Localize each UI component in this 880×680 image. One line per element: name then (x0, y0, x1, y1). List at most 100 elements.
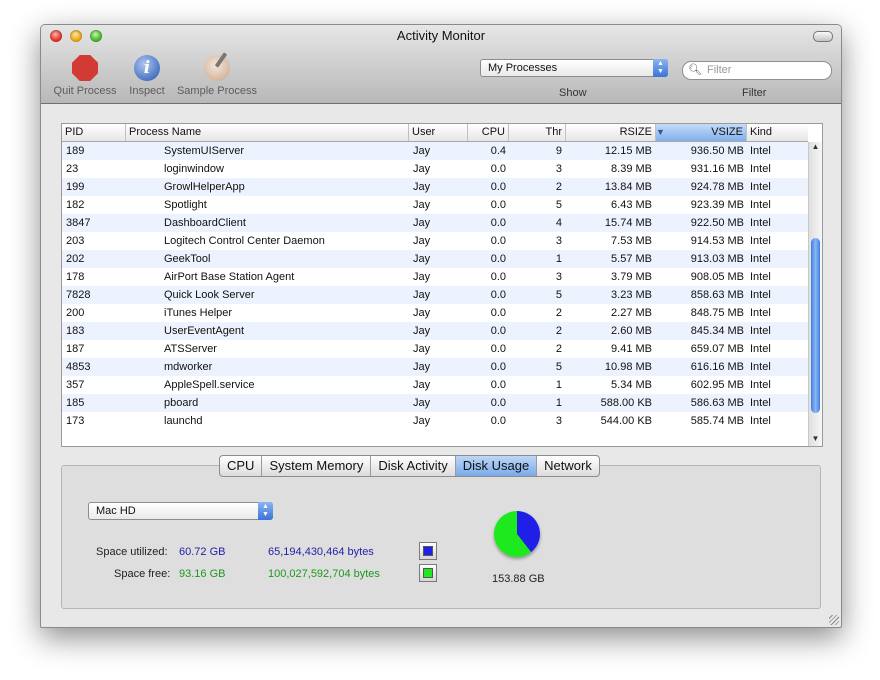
cell-threads: 5 (555, 289, 562, 301)
tab-cpu[interactable]: CPU (220, 456, 263, 476)
show-popup-value: My Processes (488, 62, 558, 74)
cell-vsize: 931.16 MB (690, 163, 744, 175)
cell-threads: 5 (555, 199, 562, 211)
cell-rsize: 9.41 MB (611, 343, 652, 355)
tab-bar: CPU System Memory Disk Activity Disk Usa… (219, 455, 600, 477)
table-row[interactable]: 178 AirPort Base Station Agent Jay 0.0 3 3.79… (62, 268, 808, 286)
disk-total-size: 153.88 GB (492, 573, 545, 585)
sample-process-button[interactable]: Sample Process (174, 55, 260, 97)
cell-vsize: 585.74 MB (690, 415, 744, 427)
popup-arrows-icon: ▲ ▼ (258, 502, 273, 520)
inspect-label: Inspect (129, 85, 165, 97)
table-row[interactable]: 187 ATSServer Jay 0.0 2 9.41 MB 659.07 MB Intel (62, 340, 808, 358)
cell-threads: 2 (555, 343, 562, 355)
vertical-scrollbar[interactable]: ▲ ▼ (808, 142, 822, 446)
quit-process-button[interactable]: Quit Process (49, 55, 121, 97)
column-header-pid[interactable]: PID (62, 124, 126, 141)
cell-process-name: ATSServer (164, 343, 217, 355)
cell-user: Jay (413, 343, 431, 355)
cell-user: Jay (413, 325, 431, 337)
tab-disk-activity[interactable]: Disk Activity (371, 456, 456, 476)
cell-user: Jay (413, 379, 431, 391)
activity-monitor-window: Activity Monitor Quit Process i Inspect … (40, 24, 842, 628)
cell-kind: Intel (750, 379, 771, 391)
cell-rsize: 13.84 MB (604, 181, 652, 193)
sample-process-icon (204, 55, 230, 81)
cell-kind: Intel (750, 289, 771, 301)
column-header-cpu[interactable]: CPU (468, 124, 509, 141)
cell-vsize: 586.63 MB (690, 397, 744, 409)
cell-rsize: 3.79 MB (611, 271, 652, 283)
table-row[interactable]: 173 launchd Jay 0.0 3 544.00 KB 585.74 MB Intel (62, 412, 808, 430)
disk-select-popup[interactable]: Mac HD ▲ ▼ (88, 502, 273, 520)
cell-kind: Intel (750, 271, 771, 283)
cell-kind: Intel (750, 235, 771, 247)
table-row[interactable]: 4853 mdworker Jay 0.0 5 10.98 MB 616.16 MB Inte… (62, 358, 808, 376)
toolbar-toggle-button[interactable] (813, 31, 833, 42)
resize-grip-icon[interactable] (829, 615, 839, 625)
table-row[interactable]: 23 loginwindow Jay 0.0 3 8.39 MB 931.16 MB Inte… (62, 160, 808, 178)
table-row[interactable]: 3847 DashboardClient Jay 0.0 4 15.74 MB 922.50… (62, 214, 808, 232)
cell-kind: Intel (750, 253, 771, 265)
cell-threads: 5 (555, 361, 562, 373)
table-row[interactable]: 189 SystemUIServer Jay 0.4 9 12.15 MB 936.50 M… (62, 142, 808, 160)
table-row[interactable]: 203 Logitech Control Center Daemon Jay 0.0 3… (62, 232, 808, 250)
cell-cpu: 0.0 (490, 217, 506, 229)
cell-process-name: Spotlight (164, 199, 207, 211)
cell-user: Jay (413, 181, 431, 193)
sample-process-label: Sample Process (176, 85, 258, 97)
cell-vsize: 845.34 MB (690, 325, 744, 337)
filter-input[interactable] (707, 63, 817, 77)
cell-cpu: 0.0 (490, 253, 506, 265)
tab-system-memory[interactable]: System Memory (262, 456, 372, 476)
scrollbar-thumb[interactable] (811, 238, 820, 413)
cell-kind: Intel (750, 199, 771, 211)
table-row[interactable]: 202 GeekTool Jay 0.0 1 5.57 MB 913.03 MB Intel (62, 250, 808, 268)
column-header-vsize[interactable]: ▼ VSIZE (656, 124, 747, 141)
column-header-rsize[interactable]: RSIZE (566, 124, 656, 141)
table-row[interactable]: 199 GrowlHelperApp Jay 0.0 2 13.84 MB 924.78 M… (62, 178, 808, 196)
utilized-color-well[interactable] (419, 542, 437, 560)
cell-kind: Intel (750, 145, 771, 157)
table-row[interactable]: 185 pboard Jay 0.0 1 588.00 KB 586.63 MB Intel (62, 394, 808, 412)
cell-threads: 2 (555, 325, 562, 337)
cell-cpu: 0.0 (490, 397, 506, 409)
inspect-button[interactable]: i Inspect (125, 55, 169, 97)
table-row[interactable]: 183 UserEventAgent Jay 0.0 2 2.60 MB 845.34 MB… (62, 322, 808, 340)
column-header-thr[interactable]: Thr (509, 124, 566, 141)
cell-user: Jay (413, 199, 431, 211)
cell-rsize: 2.60 MB (611, 325, 652, 337)
scroll-up-icon[interactable]: ▲ (809, 142, 822, 152)
cell-process-name: Logitech Control Center Daemon (164, 235, 325, 247)
cell-threads: 9 (555, 145, 562, 157)
tab-disk-usage[interactable]: Disk Usage (455, 456, 538, 476)
cell-process-name: SystemUIServer (164, 145, 245, 157)
tab-network[interactable]: Network (537, 456, 599, 476)
free-color-well[interactable] (419, 564, 437, 582)
stop-sign-icon (72, 55, 98, 81)
table-row[interactable]: 7828 Quick Look Server Jay 0.0 5 3.23 MB 858.6… (62, 286, 808, 304)
scroll-down-icon[interactable]: ▼ (809, 434, 822, 444)
space-free-label: Space free: (114, 568, 171, 580)
column-header-process-name[interactable]: Process Name (126, 124, 409, 141)
column-header-user[interactable]: User (409, 124, 468, 141)
process-table: PID Process Name User CPU Thr RSIZE ▼ VS… (61, 123, 823, 447)
space-free-gb: 93.16 GB (179, 568, 226, 580)
cell-user: Jay (413, 271, 431, 283)
cell-rsize: 2.27 MB (611, 307, 652, 319)
table-row[interactable]: 182 Spotlight Jay 0.0 5 6.43 MB 923.39 MB Intel (62, 196, 808, 214)
filter-search-field[interactable]: 🔍︎ (682, 61, 832, 80)
cell-user: Jay (413, 235, 431, 247)
cell-pid: 185 (66, 397, 85, 409)
free-color-swatch (423, 568, 433, 578)
table-row[interactable]: 357 AppleSpell.service Jay 0.0 1 5.34 MB 602.9… (62, 376, 808, 394)
show-processes-popup[interactable]: My Processes ▲ ▼ (480, 59, 668, 77)
cell-process-name: launchd (164, 415, 203, 427)
disk-usage-pie-chart (494, 511, 540, 557)
column-header-kind[interactable]: Kind (747, 124, 808, 141)
cell-vsize: 858.63 MB (690, 289, 744, 301)
table-row[interactable]: 200 iTunes Helper Jay 0.0 2 2.27 MB 848.75 MB I… (62, 304, 808, 322)
cell-process-name: mdworker (164, 361, 213, 373)
cell-process-name: Quick Look Server (164, 289, 255, 301)
cell-cpu: 0.0 (490, 181, 506, 193)
